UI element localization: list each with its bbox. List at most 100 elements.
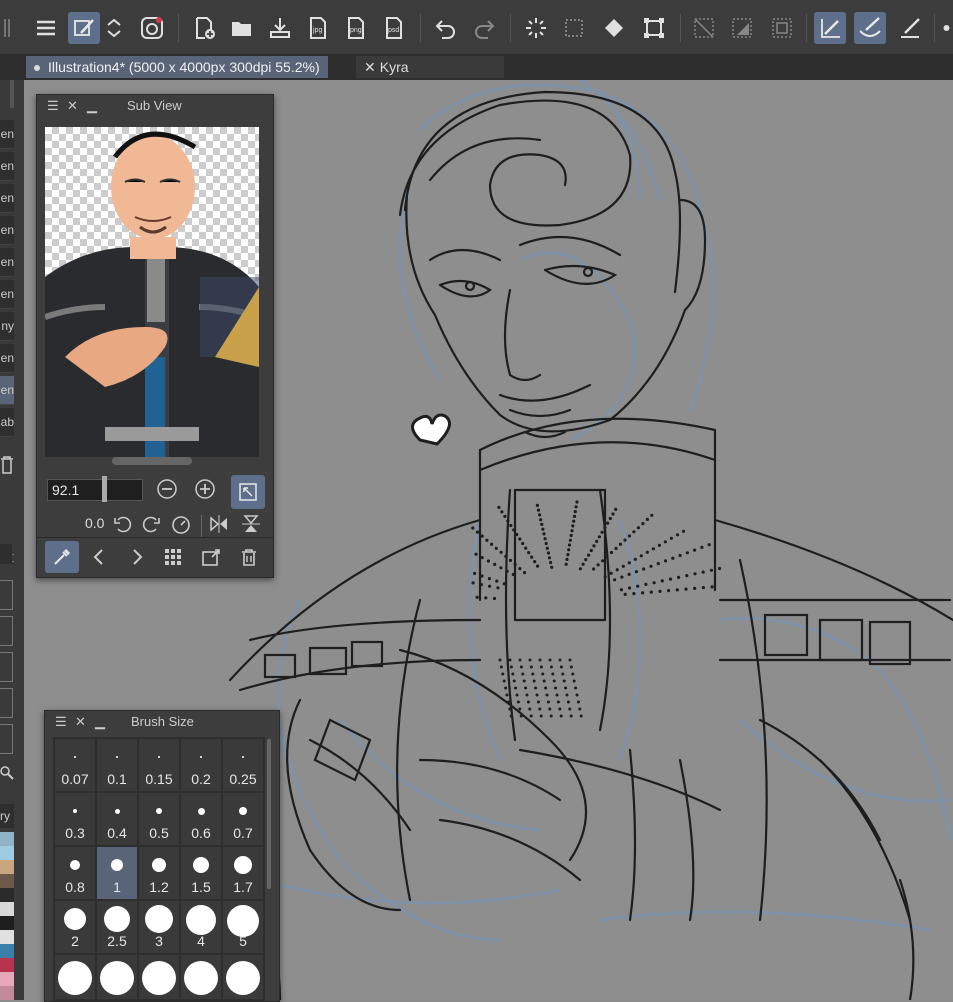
zoom-in-button[interactable] [191,475,219,503]
minimize-icon[interactable]: ▁ [95,711,105,733]
brush-size-option[interactable]: 1.2 [139,847,179,899]
brush-size-option[interactable] [181,955,221,999]
color-swatch[interactable] [0,916,14,930]
chevron-up-down-icon[interactable] [104,12,124,44]
brush-size-selected[interactable]: 1 [97,847,137,899]
save-icon[interactable] [264,12,296,44]
brush-size-option[interactable]: 2 [55,901,95,953]
brush-size-option[interactable]: 3 [139,901,179,953]
brush-size-option[interactable]: 0.1 [97,739,137,791]
grid-icon[interactable] [159,543,187,571]
tool-icon[interactable] [0,580,13,610]
export-png-icon[interactable]: png [340,12,372,44]
layer-item[interactable]: en [0,248,14,277]
brush-size-option[interactable]: 0.07 [55,739,95,791]
brush-size-option[interactable] [55,955,95,999]
brush-size-option[interactable]: 0.8 [55,847,95,899]
trash-icon[interactable] [235,543,263,571]
layer-item[interactable]: en [0,120,14,149]
invert-selection-icon[interactable] [726,12,758,44]
brush-size-option[interactable] [139,955,179,999]
layer-item-selected[interactable]: en [0,376,14,405]
redo-icon[interactable] [468,12,500,44]
minimize-icon[interactable]: ▁ [87,95,97,117]
loading-spinner-icon[interactable] [520,12,552,44]
close-icon[interactable]: ✕ [364,59,376,75]
color-swatch[interactable] [0,846,14,860]
select-layer-icon[interactable] [558,12,590,44]
reference-image[interactable] [45,127,259,457]
trash-icon[interactable] [0,454,14,476]
layer-item[interactable]: en [0,152,14,181]
open-folder-icon[interactable] [226,12,258,44]
app-logo-icon[interactable] [136,12,168,44]
reset-rotation-icon[interactable] [169,510,193,538]
brush-size-option[interactable]: 0.25 [223,739,263,791]
export-jpg-icon[interactable]: jpg [302,12,334,44]
color-swatch[interactable] [0,944,14,958]
deselect-icon[interactable] [688,12,720,44]
flip-vertical-icon[interactable] [237,510,265,538]
flip-horizontal-icon[interactable] [205,510,233,538]
brush-size-option[interactable]: 2.5 [97,901,137,953]
layer-item[interactable]: en [0,280,14,309]
close-icon[interactable]: ✕ [75,711,86,733]
edit-mode-icon[interactable] [68,12,100,44]
transform-icon[interactable] [638,12,670,44]
paint-bucket-icon[interactable] [0,544,12,564]
export-psd-icon[interactable]: psd [378,12,410,44]
ruler-icon[interactable] [894,12,926,44]
tool-icon[interactable] [0,688,13,718]
sub-view-titlebar[interactable]: ☰ ✕ ▁ Sub View [37,95,273,117]
color-swatch[interactable] [0,986,14,1000]
new-file-icon[interactable] [188,12,220,44]
brush-size-option[interactable] [223,955,263,999]
layer-item[interactable]: en [0,216,14,245]
fill-bucket-icon[interactable] [598,12,630,44]
rotate-right-icon[interactable] [139,510,163,538]
layer-item[interactable]: ab [0,408,14,437]
zoom-out-button[interactable] [153,475,181,503]
brush-size-option[interactable]: 0.2 [181,739,221,791]
brush-size-option[interactable]: 4 [181,901,221,953]
color-swatch[interactable] [0,902,14,916]
scrollbar[interactable] [267,739,271,889]
tool-icon[interactable] [0,652,13,682]
brush-size-option[interactable]: 1.5 [181,847,221,899]
previous-image-button[interactable] [85,543,113,571]
tab-illustration4[interactable]: Illustration4* (5000 x 4000px 300dpi 55.… [26,56,328,78]
brush-size-option[interactable]: 0.5 [139,793,179,845]
fit-to-view-button[interactable] [231,475,265,509]
rotate-left-icon[interactable] [111,510,135,538]
brush-size-option[interactable]: 1.7 [223,847,263,899]
color-swatch[interactable] [0,958,14,972]
color-swatch[interactable] [0,874,14,888]
color-swatch[interactable] [0,972,14,986]
layer-item[interactable]: en [0,344,14,373]
color-swatch[interactable] [0,888,14,902]
zoom-slider[interactable]: 92.1 [47,476,143,502]
search-icon[interactable] [0,762,14,784]
brush-size-titlebar[interactable]: ☰ ✕ ▁ Brush Size [45,711,279,733]
brush-size-option[interactable]: 0.4 [97,793,137,845]
ruler-pen-icon[interactable] [814,12,846,44]
close-icon[interactable]: ✕ [67,95,78,117]
color-swatch[interactable] [0,832,14,846]
layer-item[interactable]: ny [0,312,14,341]
more-tools-icon[interactable] [940,12,953,44]
brush-size-option[interactable]: 5 [223,901,263,953]
undo-icon[interactable] [430,12,462,44]
layer-item[interactable]: en [0,184,14,213]
brush-size-option[interactable]: 0.15 [139,739,179,791]
color-swatch[interactable] [0,930,14,944]
menu-icon[interactable]: ☰ [47,95,59,117]
zoom-slider-handle[interactable] [102,476,107,502]
select-border-icon[interactable] [766,12,798,44]
tab-kyra[interactable]: ✕ Kyra [356,56,504,78]
menu-icon[interactable]: ☰ [55,711,67,733]
menu-icon[interactable] [30,12,62,44]
grip-handle-icon[interactable] [0,12,14,44]
next-image-button[interactable] [123,543,151,571]
brush-size-option[interactable]: 0.7 [223,793,263,845]
tool-icon[interactable] [0,724,13,754]
